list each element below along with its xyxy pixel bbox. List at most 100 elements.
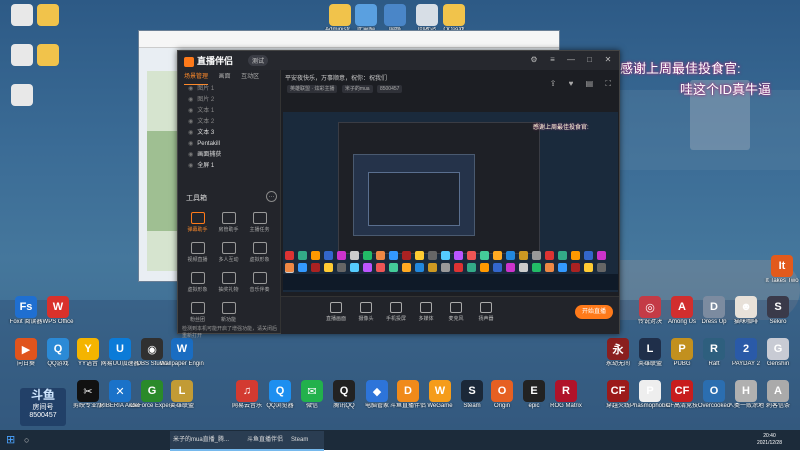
layer-item[interactable]: ◉ 文本 3 — [178, 128, 280, 139]
windows-start-icon[interactable]: ⊞ — [6, 434, 18, 446]
preview-app-icon — [337, 263, 346, 272]
tool-button[interactable]: 虚拟形象 — [182, 270, 213, 300]
tool-button[interactable]: 弹幕助手 — [182, 210, 213, 240]
tool-button[interactable]: 抽奖礼物 — [213, 270, 244, 300]
fullscreen-icon[interactable]: ⛶ — [605, 79, 611, 88]
desktop-icon-right-2-icon: A — [671, 296, 693, 318]
desktop-icon-bottom-7-icon: Q — [333, 380, 355, 402]
tool-button[interactable]: 多人互动 — [213, 240, 244, 270]
preview-app-icon — [584, 263, 593, 272]
preview-app-icon — [311, 263, 320, 272]
tab-screen[interactable]: 画面 — [219, 70, 231, 84]
layer-item[interactable]: ◉ 文本 2 — [178, 117, 280, 128]
source-camera-button[interactable]: 摄像头 — [351, 302, 381, 322]
search-icon[interactable]: ○ — [24, 435, 29, 445]
speaker-button[interactable]: 扬声器 — [471, 302, 501, 322]
settings-icon[interactable]: ⚙ — [529, 55, 539, 65]
preview-app-icon — [519, 251, 528, 260]
tab-scene[interactable]: 场景管理 — [184, 70, 209, 85]
eye-icon[interactable]: ◉ — [188, 86, 193, 92]
layer-item[interactable]: ◉ 图片 2 — [178, 95, 280, 106]
tool-button[interactable]: 虚拟形象 — [244, 240, 275, 270]
gift-icon[interactable]: ♥ — [569, 79, 574, 88]
taskbar-task-steam[interactable]: Steam — [288, 431, 324, 451]
streaming-app-window[interactable]: 直播伴侣 测试 ⚙ ≡ — □ ✕ 场景管理 画面 互动区 ◉ 图片 1 ◉ 图片 2… — [177, 50, 620, 339]
taskbar: ⊞ ○ 米子的mua直播_腾... 斗鱼直播伴侣 Steam 20:40 202… — [0, 430, 800, 451]
taskbar-task-browser[interactable]: 米子的mua直播_腾... — [170, 431, 246, 451]
source-phone-button[interactable]: 手机投屏 — [381, 302, 411, 322]
eye-icon[interactable]: ◉ — [188, 97, 193, 103]
desktop-icon-left-7[interactable]: W Wallpaper Engine — [160, 338, 204, 368]
desktop-icon-right-5[interactable]: S Sekiro — [756, 296, 800, 326]
eye-icon[interactable]: ◉ — [188, 130, 193, 136]
desktop-icon-left-1-icon: W — [47, 296, 69, 318]
preview-app-icon — [441, 263, 450, 272]
tab-interact[interactable]: 互动区 — [241, 70, 259, 84]
stream-preview[interactable]: 感谢上周最佳投食官: — [283, 112, 618, 292]
desktop-icon-bottom-14[interactable]: R ROG Matrix — [544, 380, 588, 410]
tool-label: 粉丝团 — [189, 317, 205, 323]
tool-label: 新功能 — [220, 317, 236, 323]
desktop-icon-right-7-icon: L — [639, 338, 661, 360]
maximize-icon[interactable]: □ — [584, 55, 594, 65]
preview-app-icon — [350, 251, 359, 260]
background-window-titlebar[interactable] — [139, 31, 559, 48]
desktop-icon-left-1[interactable]: W WPS Office — [36, 296, 80, 326]
preview-app-icon — [571, 263, 580, 272]
layout-icon[interactable]: ▤ — [586, 79, 594, 88]
share-icon[interactable]: ⇪ — [550, 79, 557, 88]
eye-icon[interactable]: ◉ — [188, 163, 193, 169]
desktop-icon-bottom-3[interactable]: L 英雄联盟 — [160, 380, 204, 410]
tool-button[interactable]: 视频直播 — [182, 240, 213, 270]
layer-item[interactable]: ◉ 画面捕获 — [178, 150, 280, 161]
phone-icon — [390, 302, 402, 313]
desktop-icon-right-11-icon: G — [767, 338, 789, 360]
layer-list: ◉ 图片 1 ◉ 图片 2 ◉ 文本 1 ◉ 文本 2 ◉ 文本 3 ◉ Pentakill ◉ 画面捕获… — [178, 84, 280, 172]
preview-app-icon — [389, 263, 398, 272]
tool-label: 弹幕助手 — [187, 227, 208, 233]
eye-icon[interactable]: ◉ — [188, 141, 193, 147]
menu-icon[interactable]: ≡ — [547, 55, 557, 65]
tool-button[interactable]: 房管助手 — [213, 210, 244, 240]
category-chip[interactable]: 英雄联盟 · 炫彩主播 — [287, 85, 338, 93]
source-screen-button[interactable]: 直播画面 — [321, 302, 351, 322]
desktop-icon-right-14-icon: CF — [671, 380, 693, 402]
eye-icon[interactable]: ◉ — [188, 119, 193, 125]
preview-app-icon — [402, 251, 411, 260]
desktop-folder-5[interactable] — [0, 84, 44, 107]
desktop: Administr... 此电脑 网络 回收站 QQ游戏 感谢上周最佳投食官: … — [0, 0, 800, 430]
desktop-folder-4[interactable] — [26, 44, 70, 67]
desktop-icon-bottom-1-icon: ✕ — [109, 380, 131, 402]
layer-item[interactable]: ◉ 全屏 1 — [178, 161, 280, 172]
desktop-icon-right-12-icon: CF — [607, 380, 629, 402]
desktop-icon-right-17[interactable]: A 刺客信条 — [756, 380, 800, 410]
layer-item[interactable]: ◉ 文本 1 — [178, 106, 280, 117]
room-id: 8500457 — [376, 85, 403, 93]
start-live-button[interactable]: 开始直播 — [575, 305, 613, 319]
source-media-button[interactable]: 多媒体 — [411, 302, 441, 322]
layer-item[interactable]: ◉ 图片 1 — [178, 84, 280, 95]
tool-icon — [252, 272, 267, 284]
minimize-icon[interactable]: — — [566, 55, 576, 65]
desktop-icon-bottom-14-label: ROG Matrix — [550, 403, 582, 409]
desktop-icon-bottom-12-icon: O — [491, 380, 513, 402]
tool-button[interactable]: 音乐伴奏 — [244, 270, 275, 300]
desktop-icon-left-0-icon: Fs — [15, 296, 37, 318]
close-icon[interactable]: ✕ — [603, 55, 613, 65]
desktop-icon-right-0[interactable]: It It Takes Two — [760, 255, 800, 285]
desktop-icon-left-1-label: WPS Office — [42, 319, 74, 325]
taskbar-task-streaming[interactable]: 斗鱼直播伴侣 — [244, 431, 290, 451]
douyu-logo: 斗鱼 — [30, 388, 55, 402]
window-controls: ⚙ ≡ — □ ✕ — [523, 54, 613, 65]
toolbox-more-icon[interactable]: … — [266, 191, 277, 202]
mic-button[interactable]: 麦克风 — [441, 302, 471, 322]
eye-icon[interactable]: ◉ — [188, 108, 193, 114]
desktop-icon-right-11[interactable]: G Genshin — [756, 338, 800, 368]
tool-button[interactable]: 主播任务 — [244, 210, 275, 240]
desktop-folder-2[interactable] — [26, 4, 70, 27]
desktop-icon-right-9-icon: R — [703, 338, 725, 360]
layer-item[interactable]: ◉ Pentakill — [178, 139, 280, 150]
app-titlebar[interactable]: 直播伴侣 测试 ⚙ ≡ — □ ✕ — [178, 51, 619, 70]
eye-icon[interactable]: ◉ — [188, 152, 193, 158]
room-number: 8500457 — [29, 412, 57, 419]
